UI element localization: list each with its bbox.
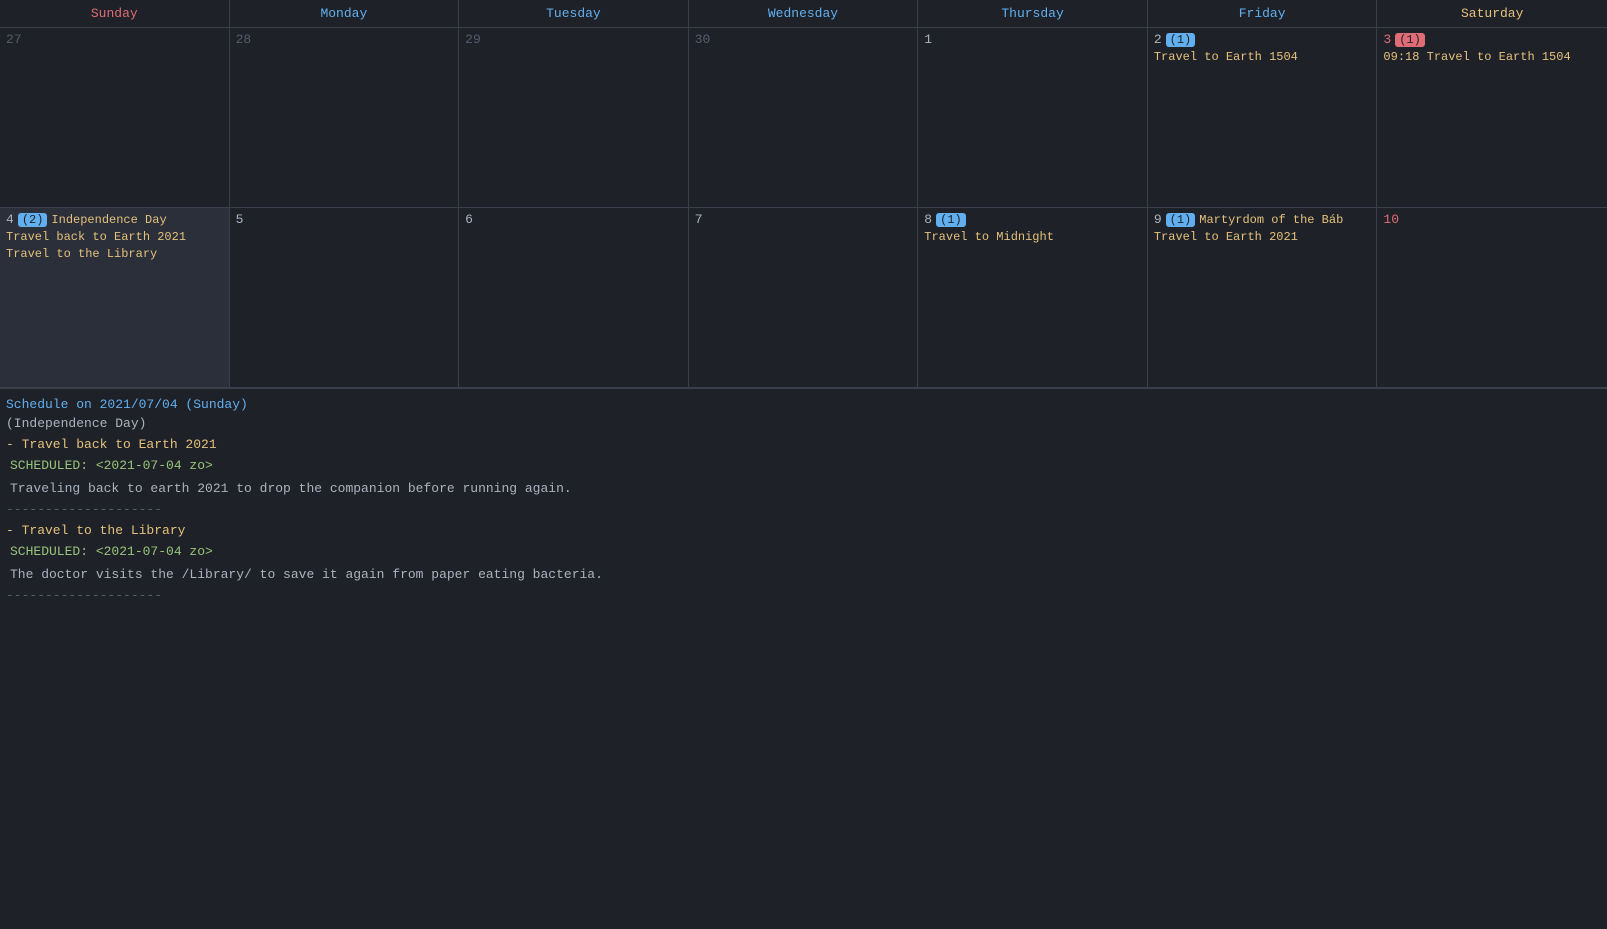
calendar-row-1: 27 28 29 30 1 2 — [0, 28, 1607, 208]
calendar-cell-6[interactable]: 6 — [459, 208, 689, 388]
calendar-row-2: 4 (2) Independence Day Travel back to Ea… — [0, 208, 1607, 388]
calendar-cell-7[interactable]: 7 — [689, 208, 919, 388]
schedule-event-2: - Travel to the Library SCHEDULED: <2021… — [6, 523, 1601, 582]
date-9-badge: (1) — [1166, 213, 1196, 227]
date-6: 6 — [465, 212, 473, 227]
header-tuesday: Tuesday — [459, 0, 689, 27]
header-sunday: Sunday — [0, 0, 230, 27]
schedule-holiday: (Independence Day) — [6, 416, 1601, 431]
event-1-scheduled: SCHEDULED: <2021-07-04 zo> — [6, 458, 1601, 473]
event-travel-earth-2021: Travel to Earth 2021 — [1154, 229, 1371, 246]
date-2-badge: (1) — [1166, 33, 1196, 47]
header-wednesday: Wednesday — [689, 0, 919, 27]
calendar-cell-28[interactable]: 28 — [230, 28, 460, 208]
date-2: 2 — [1154, 32, 1162, 47]
date-27: 27 — [6, 32, 22, 47]
schedule-event-1: - Travel back to Earth 2021 SCHEDULED: <… — [6, 437, 1601, 496]
calendar-cell-27[interactable]: 27 — [0, 28, 230, 208]
event-travel-earth-1504-sat: 09:18 Travel to Earth 1504 — [1383, 49, 1601, 66]
header-thursday: Thursday — [918, 0, 1148, 27]
calendar-cell-29[interactable]: 29 — [459, 28, 689, 208]
event-1-description: Traveling back to earth 2021 to drop the… — [6, 481, 1601, 496]
date-30: 30 — [695, 32, 711, 47]
event-travel-back-earth: Travel back to Earth 2021 — [6, 229, 223, 246]
date-9: 9 — [1154, 212, 1162, 227]
date-8: 8 — [924, 212, 932, 227]
event-1-title: - Travel back to Earth 2021 — [6, 437, 1601, 452]
schedule-header: Schedule on 2021/07/04 (Sunday) — [6, 397, 1601, 412]
event-travel-library: Travel to the Library — [6, 246, 223, 263]
header-saturday: Saturday — [1377, 0, 1607, 27]
calendar-header: Sunday Monday Tuesday Wednesday Thursday… — [0, 0, 1607, 28]
event-travel-earth-1504-fri: Travel to Earth 1504 — [1154, 49, 1371, 66]
calendar-cell-30[interactable]: 30 — [689, 28, 919, 208]
date-29: 29 — [465, 32, 481, 47]
date-3: 3 — [1383, 32, 1391, 47]
date-1: 1 — [924, 32, 932, 47]
date-9-holiday: Martyrdom of the Báb — [1199, 213, 1343, 227]
date-5: 5 — [236, 212, 244, 227]
calendar-cell-10[interactable]: 10 — [1377, 208, 1607, 388]
date-8-badge: (1) — [936, 213, 966, 227]
event-2-title: - Travel to the Library — [6, 523, 1601, 538]
divider-2: -------------------- — [6, 588, 1601, 603]
calendar-cell-2[interactable]: 2 (1) Travel to Earth 1504 — [1148, 28, 1378, 208]
schedule-date: Schedule on 2021/07/04 (Sunday) — [6, 397, 248, 412]
calendar-cell-4[interactable]: 4 (2) Independence Day Travel back to Ea… — [0, 208, 230, 388]
date-4: 4 — [6, 212, 14, 227]
date-28: 28 — [236, 32, 252, 47]
calendar-cell-5[interactable]: 5 — [230, 208, 460, 388]
divider-1: -------------------- — [6, 502, 1601, 517]
calendar-cell-8[interactable]: 8 (1) Travel to Midnight — [918, 208, 1148, 388]
date-7: 7 — [695, 212, 703, 227]
date-10: 10 — [1383, 212, 1399, 227]
date-4-badge: (2) — [18, 213, 48, 227]
calendar-cell-1[interactable]: 1 — [918, 28, 1148, 208]
schedule-panel: Schedule on 2021/07/04 (Sunday) (Indepen… — [0, 389, 1607, 617]
date-3-badge: (1) — [1395, 33, 1425, 47]
calendar-cell-3[interactable]: 3 (1) 09:18 Travel to Earth 1504 — [1377, 28, 1607, 208]
calendar-cell-9[interactable]: 9 (1) Martyrdom of the Báb Travel to Ear… — [1148, 208, 1378, 388]
event-2-scheduled: SCHEDULED: <2021-07-04 zo> — [6, 544, 1601, 559]
event-2-description: The doctor visits the /Library/ to save … — [6, 567, 1601, 582]
calendar: Sunday Monday Tuesday Wednesday Thursday… — [0, 0, 1607, 389]
event-travel-midnight: Travel to Midnight — [924, 229, 1141, 246]
header-friday: Friday — [1148, 0, 1378, 27]
date-4-holiday: Independence Day — [51, 213, 166, 227]
header-monday: Monday — [230, 0, 460, 27]
